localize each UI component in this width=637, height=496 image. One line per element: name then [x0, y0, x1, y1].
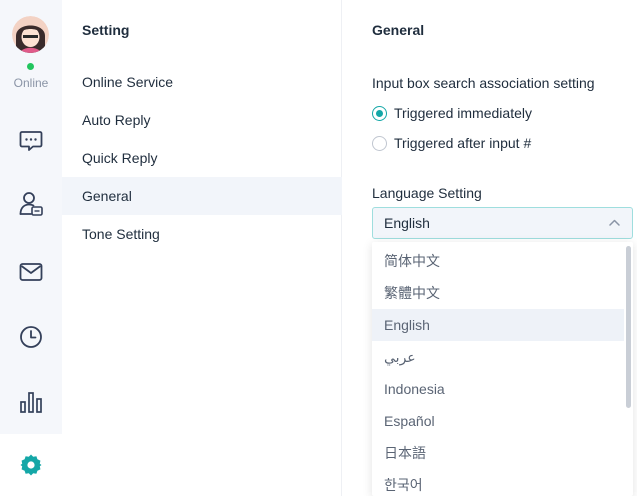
menu-item-general[interactable]: General — [62, 177, 342, 215]
page-title: General — [372, 22, 425, 38]
settings-gear-icon — [20, 454, 42, 476]
radio-unchecked-icon — [372, 135, 387, 151]
language-select-value: English — [384, 215, 430, 231]
contacts-icon — [19, 192, 43, 216]
radio-triggered-after-input[interactable]: Triggered after input # — [372, 134, 531, 152]
language-option-english[interactable]: English — [372, 309, 624, 341]
language-option-indonesia[interactable]: Indonesia — [372, 373, 624, 405]
language-select[interactable]: English — [372, 207, 633, 239]
radio-label: Triggered immediately — [394, 105, 532, 121]
radio-checked-icon — [372, 105, 387, 121]
nav-history[interactable] — [0, 311, 62, 363]
status-label: Online — [13, 76, 49, 90]
nav-contacts[interactable] — [0, 178, 62, 230]
radio-label: Triggered after input # — [394, 135, 532, 151]
nav-mail[interactable] — [0, 246, 62, 298]
language-dropdown: 简体中文 繁體中文 English عربي Indonesia Español… — [372, 242, 633, 496]
nav-statistics[interactable] — [0, 376, 62, 428]
language-option-espanol[interactable]: Español — [372, 405, 624, 437]
menu-item-auto-reply[interactable]: Auto Reply — [62, 101, 342, 139]
chevron-up-icon — [609, 219, 620, 226]
language-option-zh-hans[interactable]: 简体中文 — [372, 245, 624, 277]
language-option-zh-hant[interactable]: 繁體中文 — [372, 277, 624, 309]
language-option-arabic[interactable]: عربي — [372, 341, 624, 373]
mail-icon — [19, 263, 43, 281]
settings-menu: Setting Online Service Auto Reply Quick … — [62, 0, 342, 496]
menu-title: Setting — [82, 22, 130, 38]
nav-settings[interactable] — [0, 434, 62, 496]
search-association-label: Input box search association setting — [372, 75, 595, 91]
general-settings-panel: General Input box search association set… — [343, 0, 637, 496]
chat-icon — [19, 131, 43, 151]
menu-item-tone-setting[interactable]: Tone Setting — [62, 215, 342, 253]
bar-chart-icon — [20, 392, 42, 413]
menu-item-quick-reply[interactable]: Quick Reply — [62, 139, 342, 177]
clock-icon — [20, 326, 42, 348]
menu-item-online-service[interactable]: Online Service — [62, 63, 342, 101]
language-option-japanese[interactable]: 日本語 — [372, 437, 624, 469]
language-option-korean[interactable]: 한국어 — [372, 469, 624, 496]
icon-rail: Online — [0, 0, 62, 496]
nav-chat[interactable] — [0, 115, 62, 167]
radio-triggered-immediately[interactable]: Triggered immediately — [372, 104, 532, 122]
language-setting-label: Language Setting — [372, 185, 482, 201]
avatar[interactable] — [12, 16, 49, 53]
online-status-dot — [27, 63, 34, 70]
dropdown-scrollbar[interactable] — [626, 246, 631, 408]
